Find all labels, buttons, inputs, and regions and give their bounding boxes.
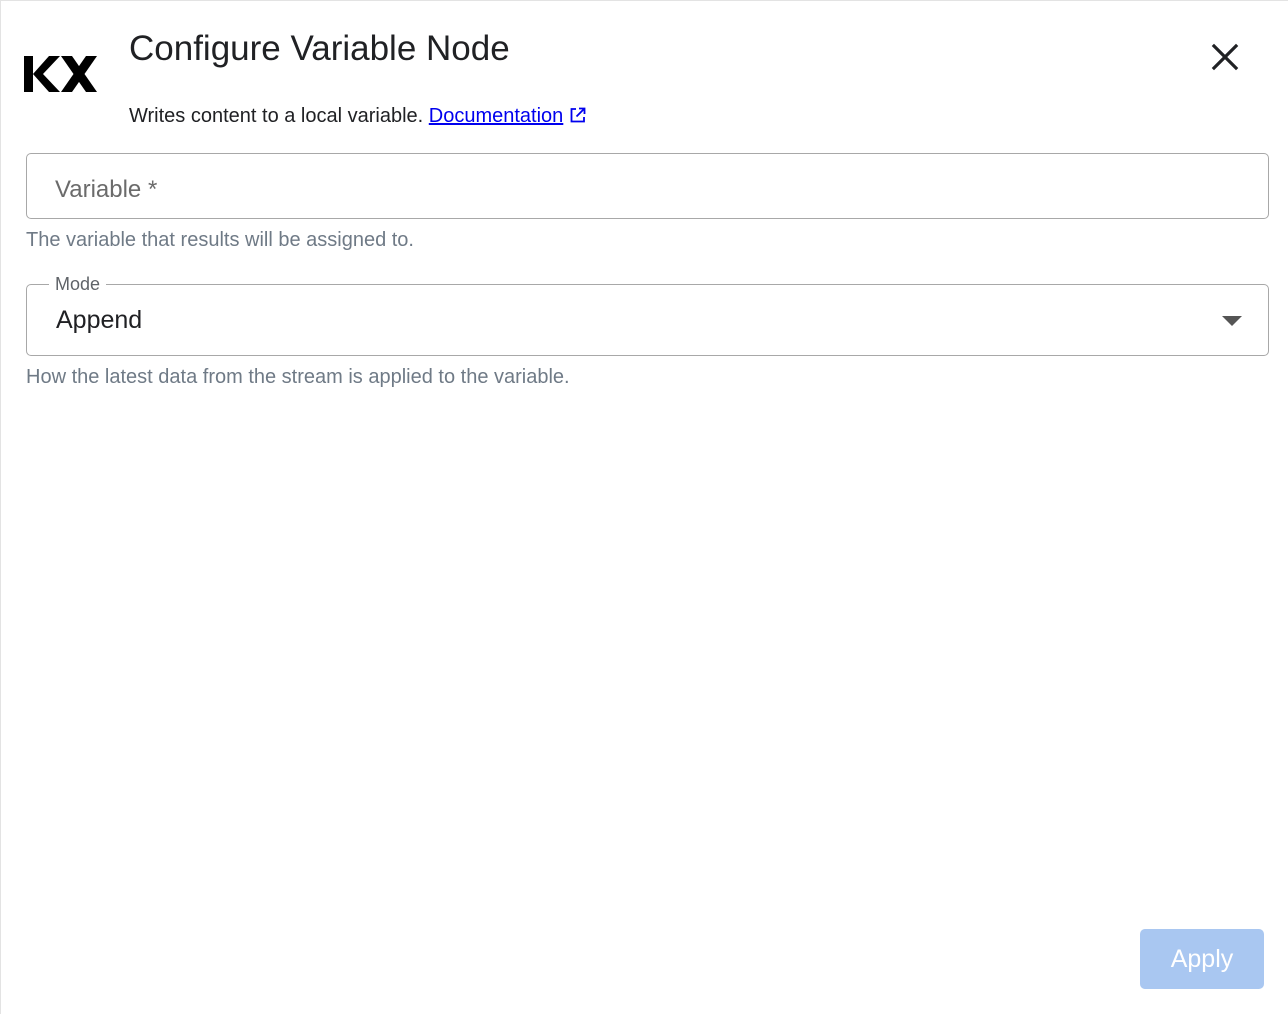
- close-button[interactable]: [1207, 39, 1243, 75]
- subtitle-text: Writes content to a local variable.: [129, 105, 424, 127]
- kx-logo: [24, 56, 97, 92]
- external-link-icon: [570, 107, 586, 123]
- variable-helper-text: The variable that results will be assign…: [26, 229, 414, 251]
- mode-select[interactable]: Mode Append: [26, 274, 1269, 356]
- documentation-link-label: Documentation: [428, 105, 564, 127]
- variable-input[interactable]: Variable *: [26, 153, 1269, 219]
- documentation-link[interactable]: Documentation: [429, 105, 587, 127]
- configure-variable-node-dialog: Configure Variable Node Writes content t…: [0, 0, 1288, 1014]
- chevron-down-icon: [1222, 316, 1242, 326]
- mode-selected-value: Append: [56, 306, 143, 334]
- variable-placeholder: Variable *: [55, 176, 158, 203]
- dialog-subtitle: Writes content to a local variable. Docu…: [129, 105, 586, 128]
- mode-label: Mode: [49, 274, 107, 295]
- apply-button[interactable]: Apply: [1140, 929, 1264, 989]
- dialog-title: Configure Variable Node: [129, 29, 510, 68]
- mode-helper-text: How the latest data from the stream is a…: [26, 366, 570, 388]
- close-icon: [1211, 43, 1239, 71]
